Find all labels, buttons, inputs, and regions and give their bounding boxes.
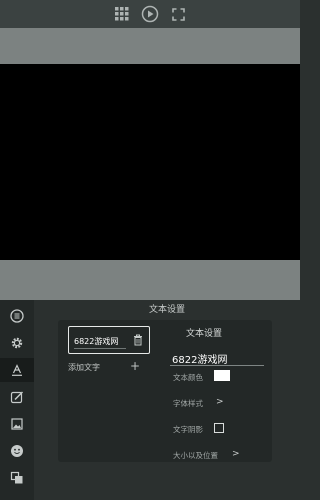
sidebar-item-image[interactable] (0, 412, 34, 436)
text-item-label: 6822游戏网 (74, 337, 119, 346)
video-preview[interactable] (0, 64, 300, 260)
font-style-label[interactable]: 字体样式 (173, 398, 203, 409)
preview-bottom-band (0, 260, 300, 300)
sidebar-item-list[interactable] (0, 304, 34, 328)
text-shadow-label: 文字阴影 (173, 425, 203, 434)
text-color-label: 文本颜色 (173, 373, 203, 382)
top-toolbar (0, 0, 300, 28)
text-color-swatch[interactable] (214, 370, 230, 381)
play-icon[interactable] (141, 5, 159, 23)
text-field-underline (170, 365, 264, 366)
text-shadow-checkbox[interactable] (214, 423, 224, 433)
add-text-label[interactable]: 添加文字 (68, 362, 100, 373)
size-position-label[interactable]: 大小以及位置 (173, 450, 218, 461)
sidebar-item-draw[interactable] (0, 385, 34, 409)
text-settings-title: 文本设置 (186, 329, 223, 339)
gear-icon (11, 337, 23, 349)
tool-sidebar (0, 300, 34, 500)
panel-title: 文本设置 (148, 305, 185, 315)
grid-icon[interactable] (113, 5, 131, 23)
size-position-chevron-icon[interactable]: > (232, 449, 240, 459)
sidebar-item-layers[interactable] (0, 466, 34, 490)
font-style-chevron-icon[interactable]: > (216, 397, 224, 407)
trash-icon[interactable] (131, 333, 145, 347)
preview-top-band (0, 28, 300, 64)
layers-icon (10, 471, 23, 484)
smiley-icon (11, 445, 23, 457)
sidebar-item-settings[interactable] (0, 331, 34, 355)
image-icon (11, 418, 23, 430)
sidebar-item-sticker[interactable] (0, 439, 34, 463)
sidebar-item-text[interactable] (0, 358, 34, 382)
pen-icon (10, 391, 24, 404)
add-text-button[interactable]: + (130, 360, 140, 372)
text-content-field[interactable]: 6822游戏网 (172, 351, 227, 366)
list-icon (10, 309, 24, 323)
text-item-underline (74, 348, 126, 349)
text-list-item[interactable]: 6822游戏网 (68, 326, 150, 354)
text-icon (12, 364, 22, 376)
fullscreen-icon[interactable] (169, 5, 187, 23)
